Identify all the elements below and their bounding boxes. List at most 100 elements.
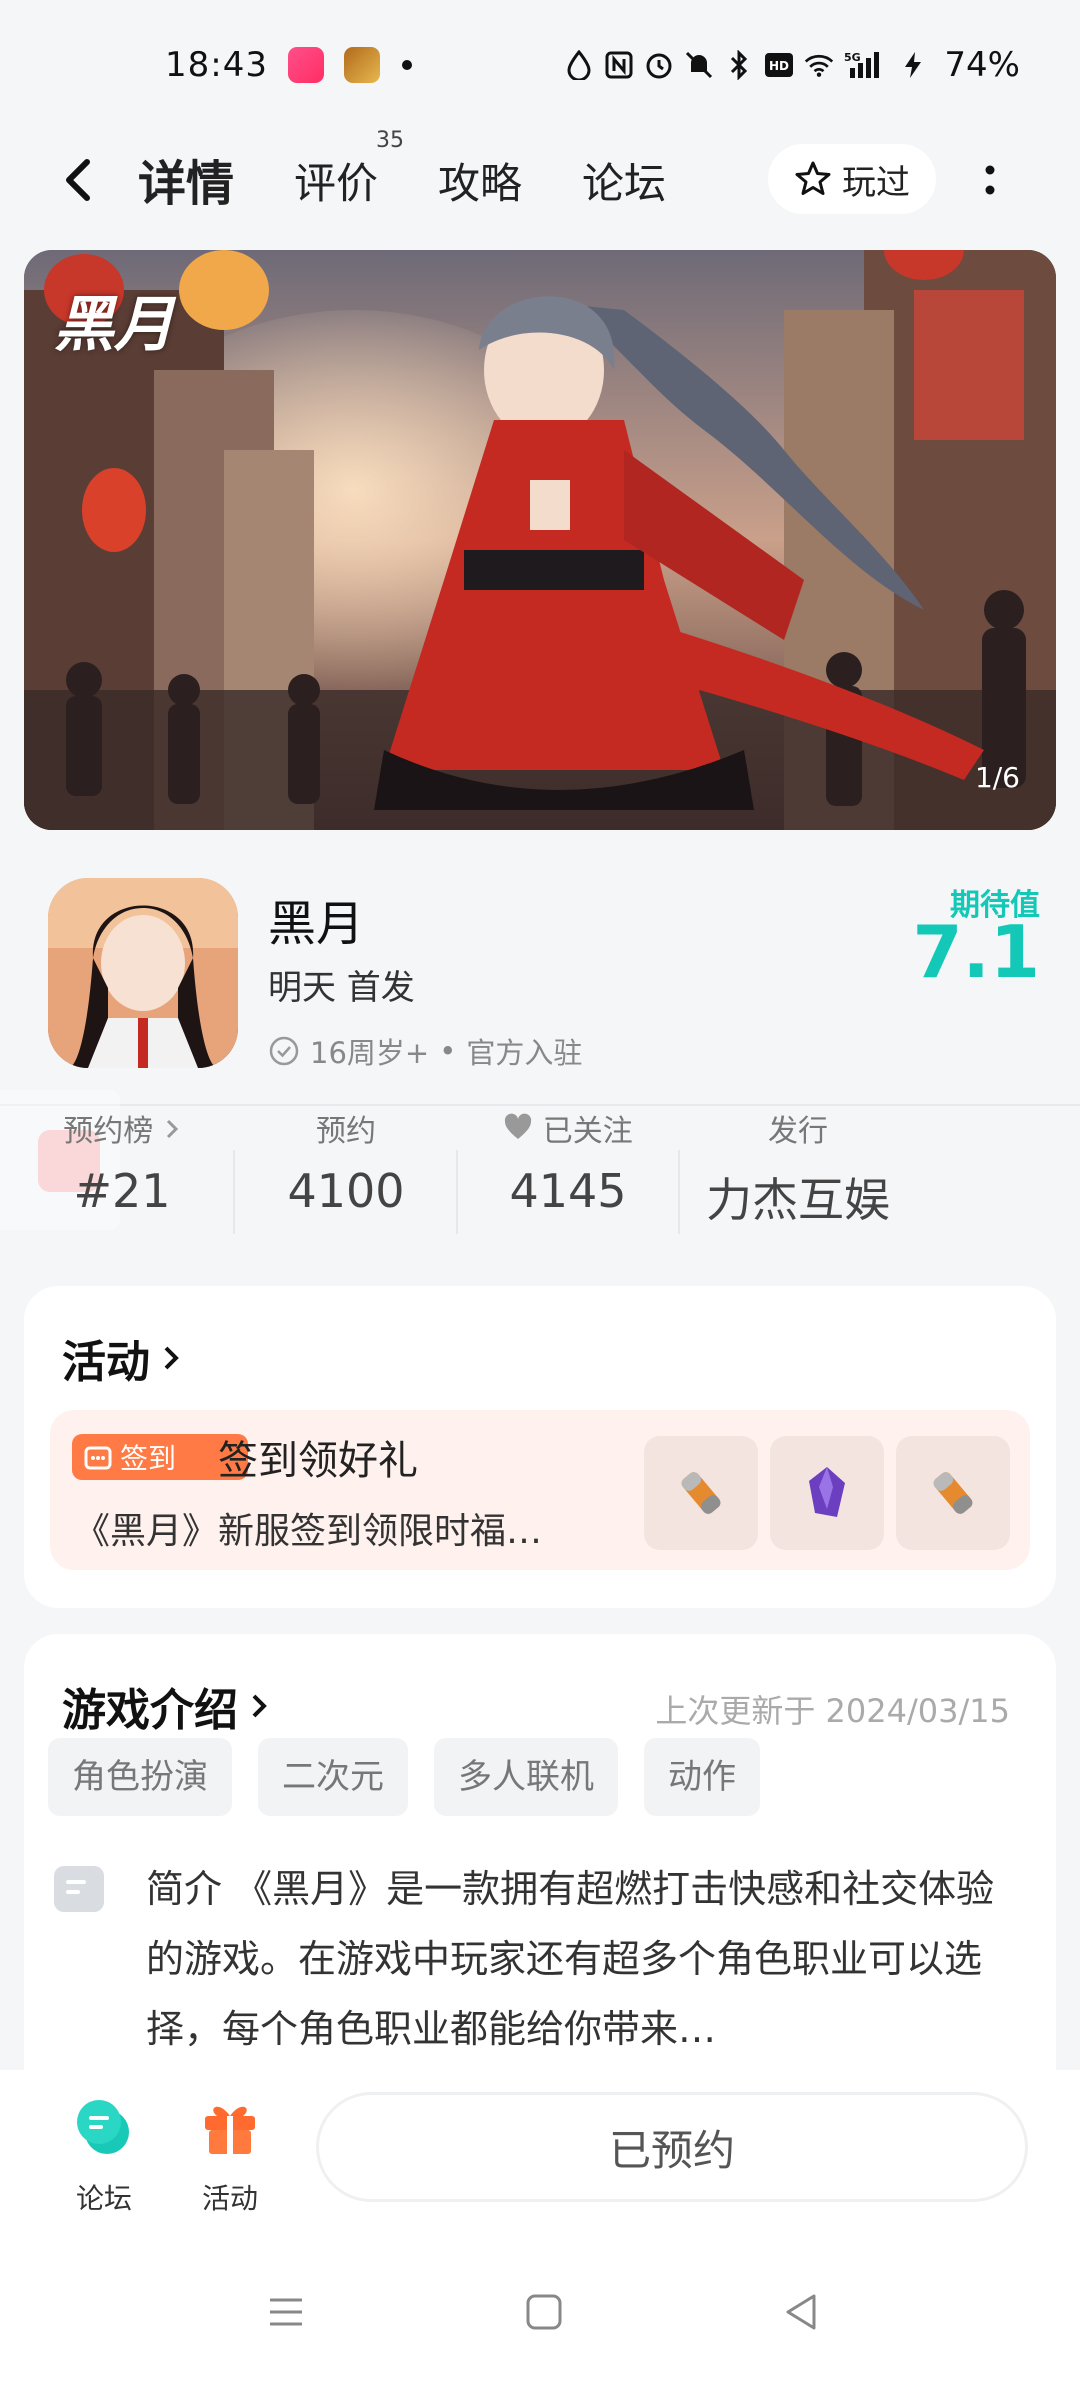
divider <box>0 1104 1080 1106</box>
banner-logo: 黑月 <box>54 290 174 360</box>
activity-label: 活动 <box>201 2182 258 2215</box>
banner-carousel[interactable]: 黑月 1/6 <box>24 250 1056 830</box>
stat-followers[interactable]: 已关注 4145 <box>458 1110 678 1218</box>
home-icon[interactable] <box>520 2288 568 2336</box>
chevron-right-icon <box>166 1119 178 1139</box>
activity-card: 活动 签到 签到领好礼 《黑月》新服签到领限时福… <box>24 1286 1056 1608</box>
release-info: 明天 首发 <box>268 968 415 1008</box>
played-label: 玩过 <box>842 162 910 203</box>
tab-reviews[interactable]: 评价 35 <box>294 128 404 211</box>
forum-chat-icon <box>77 2100 129 2154</box>
tab-guides-label: 攻略 <box>438 159 523 208</box>
stat-publisher-value: 力杰互娱 <box>706 1173 890 1227</box>
menu-icon[interactable] <box>262 2288 310 2336</box>
pill-item-icon <box>644 1436 758 1550</box>
activity-button[interactable]: 活动 <box>180 2096 280 2217</box>
stat-reservations-value: 4100 <box>287 1164 405 1218</box>
event-description: 《黑月》新服签到领限时福… <box>74 1511 543 1552</box>
played-button[interactable]: 玩过 <box>768 144 936 214</box>
checkin-event[interactable]: 签到 签到领好礼 《黑月》新服签到领限时福… <box>50 1410 1030 1570</box>
expectation-score: 7.1 <box>912 910 1040 994</box>
more-options-icon[interactable] <box>978 158 1002 202</box>
charging-icon <box>898 50 928 80</box>
stat-followers-label: 已关注 <box>542 1114 633 1149</box>
checkin-tag-label: 签到 <box>120 1442 177 1475</box>
game-meta: 16周岁+ • 官方入驻 <box>268 1030 582 1072</box>
tab-forum[interactable]: 论坛 <box>582 150 666 211</box>
tab-details[interactable]: 详情 <box>134 144 239 214</box>
back-triangle-icon[interactable] <box>778 2288 826 2336</box>
svg-text:HD: HD <box>769 59 789 73</box>
review-count-badge: 35 <box>376 128 405 153</box>
activity-title: 活动 <box>62 1337 150 1388</box>
tab-forum-label: 论坛 <box>582 159 667 208</box>
status-bar: 18:43 HD 5G 74% <box>0 0 1080 130</box>
stat-publisher[interactable]: 发行 力杰互娱 <box>668 1110 928 1230</box>
stat-rank-label: 预约榜 <box>63 1114 154 1149</box>
svg-text:5G: 5G <box>844 51 861 64</box>
calendar-icon <box>84 1446 112 1470</box>
genre-tag[interactable]: 多人联机 <box>434 1738 618 1816</box>
stat-reservations-label: 预约 <box>316 1114 376 1149</box>
banner-illustration <box>24 250 1056 830</box>
stat-reservations: 预约 4100 <box>236 1110 456 1218</box>
tab-details-label: 详情 <box>138 156 235 212</box>
verified-check-icon <box>269 1036 299 1066</box>
heart-icon <box>505 1113 532 1139</box>
document-icon <box>54 1866 104 1912</box>
stat-rank-value: #21 <box>73 1164 171 1218</box>
genre-tag[interactable]: 角色扮演 <box>48 1738 232 1816</box>
system-navigation-bar <box>0 2230 1080 2400</box>
chevron-right-icon <box>164 1346 179 1370</box>
status-icons: HD 5G 74% <box>564 45 1020 85</box>
official-label: 官方入驻 <box>466 1036 583 1070</box>
alarm-icon <box>644 50 674 80</box>
hd-icon: HD <box>764 50 794 80</box>
star-icon <box>795 161 831 195</box>
forum-button[interactable]: 论坛 <box>54 2096 154 2217</box>
app-notification-icon <box>287 47 324 83</box>
game-title: 黑月 <box>268 896 365 952</box>
top-nav: 详情 评价 35 攻略 论坛 玩过 <box>0 128 1080 230</box>
chevron-right-icon <box>252 1694 267 1718</box>
tab-guides[interactable]: 攻略 <box>438 150 522 211</box>
forum-label: 论坛 <box>75 2182 132 2215</box>
genre-tag[interactable]: 二次元 <box>258 1738 408 1816</box>
reserved-label: 已预约 <box>608 2125 735 2175</box>
signal-icon: 5G <box>844 50 888 80</box>
banner-page-counter: 1/6 <box>974 761 1020 794</box>
reserved-button[interactable]: 已预约 <box>316 2092 1028 2202</box>
stat-rank[interactable]: 预约榜 #21 <box>12 1110 232 1218</box>
genre-tag[interactable]: 动作 <box>644 1738 760 1816</box>
nfc-icon <box>604 50 634 80</box>
intro-title: 游戏介绍 <box>62 1685 238 1736</box>
gift-icon <box>205 2106 255 2154</box>
game-app-icon <box>343 47 380 83</box>
stat-separator <box>233 1150 235 1234</box>
meta-separator: • <box>439 1034 457 1068</box>
dot-icon <box>401 60 412 70</box>
pill-item-icon <box>896 1436 1010 1550</box>
tab-reviews-label: 评价 <box>294 159 379 208</box>
battery-percent: 74% <box>944 45 1020 85</box>
stats-row: 预约榜 #21 预约 4100 已关注 4145 发行 力杰互娱 <box>0 1110 1080 1250</box>
bluetooth-icon <box>724 50 754 80</box>
stat-followers-label-wrap: 已关注 <box>458 1110 678 1154</box>
game-app-icon-large[interactable] <box>48 878 238 1068</box>
back-arrow-icon[interactable] <box>55 152 105 208</box>
game-icon-art <box>48 878 238 1068</box>
status-time: 18:43 <box>165 45 268 85</box>
stat-rank-label-wrap: 预约榜 <box>12 1110 232 1154</box>
intro-header[interactable]: 游戏介绍 <box>62 1674 270 1738</box>
bottom-action-bar: 论坛 活动 已预约 <box>0 2070 1080 2230</box>
activity-header[interactable]: 活动 <box>62 1326 182 1390</box>
last-updated: 上次更新于 2024/03/15 <box>655 1692 1010 1730</box>
wifi-icon <box>804 50 834 80</box>
intro-text[interactable]: 简介 《黑月》是一款拥有超燃打击快感和社交体验的游戏。在游戏中玩家还有超多个角色… <box>146 1854 1026 2064</box>
stat-followers-value: 4145 <box>509 1164 627 1218</box>
event-title: 签到领好礼 <box>218 1438 418 1484</box>
stat-publisher-label: 发行 <box>768 1114 828 1149</box>
mute-icon <box>684 50 714 80</box>
age-rating: 16周岁+ <box>310 1036 430 1070</box>
crystal-item-icon <box>770 1436 884 1550</box>
